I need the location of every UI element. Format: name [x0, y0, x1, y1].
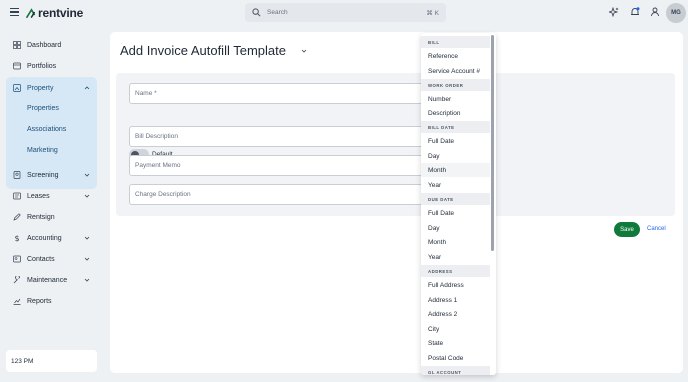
sidebar-item-label: Leases [27, 192, 50, 200]
user-icon[interactable] [650, 7, 660, 17]
logo-text: rentvine [38, 6, 84, 20]
wrench-icon [13, 276, 20, 284]
sidebar-item-label: Accounting [27, 234, 62, 242]
chevron-down-icon [84, 278, 90, 282]
rentvine-logo-icon [26, 7, 36, 18]
dropdown-option[interactable]: Month [421, 235, 490, 249]
sidebar-item-reports[interactable]: Reports [6, 292, 97, 310]
payment-memo-field[interactable]: Payment Memo [129, 155, 424, 176]
sidebar-item-dashboard[interactable]: Dashboard [6, 36, 97, 54]
name-field[interactable]: Name * [129, 83, 424, 104]
sidebar-item-label: Dashboard [27, 41, 62, 49]
top-bar: rentvine Search ⌘ K MG [0, 0, 688, 26]
dropdown-option[interactable]: Address 2 [421, 307, 490, 321]
dropdown-group-header: GL ACCOUNT [421, 366, 490, 375]
dropdown-option[interactable]: Full Date [421, 206, 490, 220]
sidebar-subitem-properties[interactable]: Properties [27, 105, 59, 112]
dropdown-option-hovered[interactable]: Month [421, 163, 490, 177]
dropdown-option[interactable]: Reference [421, 49, 490, 63]
chevron-down-icon [84, 257, 90, 261]
sidebar-item-property[interactable]: Property [6, 79, 97, 97]
sidebar-item-contacts[interactable]: Contacts [6, 250, 97, 268]
contacts-icon [13, 255, 21, 263]
dropdown-option[interactable]: City [421, 322, 490, 336]
sidebar-item-label: Maintenance [27, 276, 68, 284]
menu-icon[interactable] [10, 8, 19, 16]
search-icon [252, 8, 261, 17]
portfolio-icon [13, 62, 21, 70]
sidebar-item-leases[interactable]: Leases [6, 187, 97, 205]
dropdown-option[interactable]: Full Address [421, 278, 490, 292]
sidebar-item-label: Screening [27, 171, 59, 179]
sidebar-item-label: Rentsign [27, 213, 55, 221]
dropdown-option[interactable]: Year [421, 178, 490, 192]
svg-text:$: $ [15, 234, 20, 242]
save-button[interactable]: Save [614, 222, 640, 237]
sidebar-subitem-marketing[interactable]: Marketing [27, 147, 58, 154]
logo[interactable]: rentvine [26, 6, 83, 20]
chevron-down-icon[interactable] [301, 48, 307, 54]
dropdown-option[interactable]: Day [421, 221, 490, 235]
sidebar-subitem-associations[interactable]: Associations [27, 126, 66, 133]
dropdown-option[interactable]: Full Date [421, 134, 490, 148]
sidebar-item-portfolios[interactable]: Portfolios [6, 57, 97, 75]
dropdown-option[interactable]: Description [421, 106, 490, 120]
sidebar-item-accounting[interactable]: $ Accounting [6, 229, 97, 247]
sidebar-item-label: Contacts [27, 255, 55, 263]
company-selector[interactable]: 123 PM [6, 350, 97, 372]
chevron-down-icon [84, 194, 90, 198]
variable-dropdown: BILL Reference Service Account # WORK OR… [421, 33, 496, 375]
leases-icon [13, 192, 21, 200]
cancel-button[interactable]: Cancel [647, 226, 666, 232]
chevron-down-icon [84, 236, 90, 240]
dropdown-group-header: ADDRESS [421, 265, 490, 277]
reports-icon [13, 298, 21, 305]
chevron-up-icon [84, 86, 90, 90]
notification-bell-icon[interactable] [630, 7, 640, 17]
dropdown-group-header: WORK ORDER [421, 79, 490, 91]
sparkle-icon[interactable] [609, 7, 619, 17]
search-bar[interactable]: Search ⌘ K [245, 3, 446, 22]
dollar-icon: $ [15, 234, 20, 242]
dropdown-option[interactable]: Number [421, 92, 490, 106]
search-shortcut: ⌘ K [426, 9, 439, 17]
dropdown-option[interactable]: Year [421, 250, 490, 264]
template-form: Name * Default Bill Description Payment … [116, 73, 675, 216]
main-content: Add Invoice Autofill Template Name * Def… [110, 32, 683, 373]
sidebar-item-label: Portfolios [27, 62, 57, 70]
page-title: Add Invoice Autofill Template [120, 43, 286, 58]
charge-description-field[interactable]: Charge Description [129, 184, 424, 205]
property-icon [13, 84, 21, 92]
dropdown-scrollbar[interactable] [491, 35, 494, 251]
sidebar-item-label: Reports [27, 297, 52, 305]
sidebar-item-label: Property [27, 84, 54, 92]
dashboard-icon [13, 41, 21, 49]
dropdown-group-header: BILL DATE [421, 121, 490, 133]
dropdown-group-header: BILL [421, 36, 490, 48]
dropdown-option[interactable]: Postal Code [421, 351, 490, 365]
sidebar-item-screening[interactable]: Screening [6, 166, 97, 184]
rentsign-icon [13, 213, 21, 221]
dropdown-option[interactable]: Day [421, 149, 490, 163]
bill-description-field[interactable]: Bill Description [129, 126, 424, 147]
sidebar-item-rentsign[interactable]: Rentsign [6, 208, 97, 226]
dropdown-option[interactable]: State [421, 336, 490, 350]
search-placeholder: Search [267, 9, 288, 16]
sidebar: Dashboard Portfolios Property Properties… [0, 26, 106, 382]
dropdown-group-header: DUE DATE [421, 193, 490, 205]
avatar[interactable]: MG [666, 3, 686, 23]
sidebar-item-maintenance[interactable]: Maintenance [6, 271, 97, 289]
dropdown-option[interactable]: Service Account # [421, 64, 490, 78]
dropdown-option[interactable]: Address 1 [421, 293, 490, 307]
chevron-down-icon [84, 173, 90, 177]
screening-icon [13, 171, 21, 179]
